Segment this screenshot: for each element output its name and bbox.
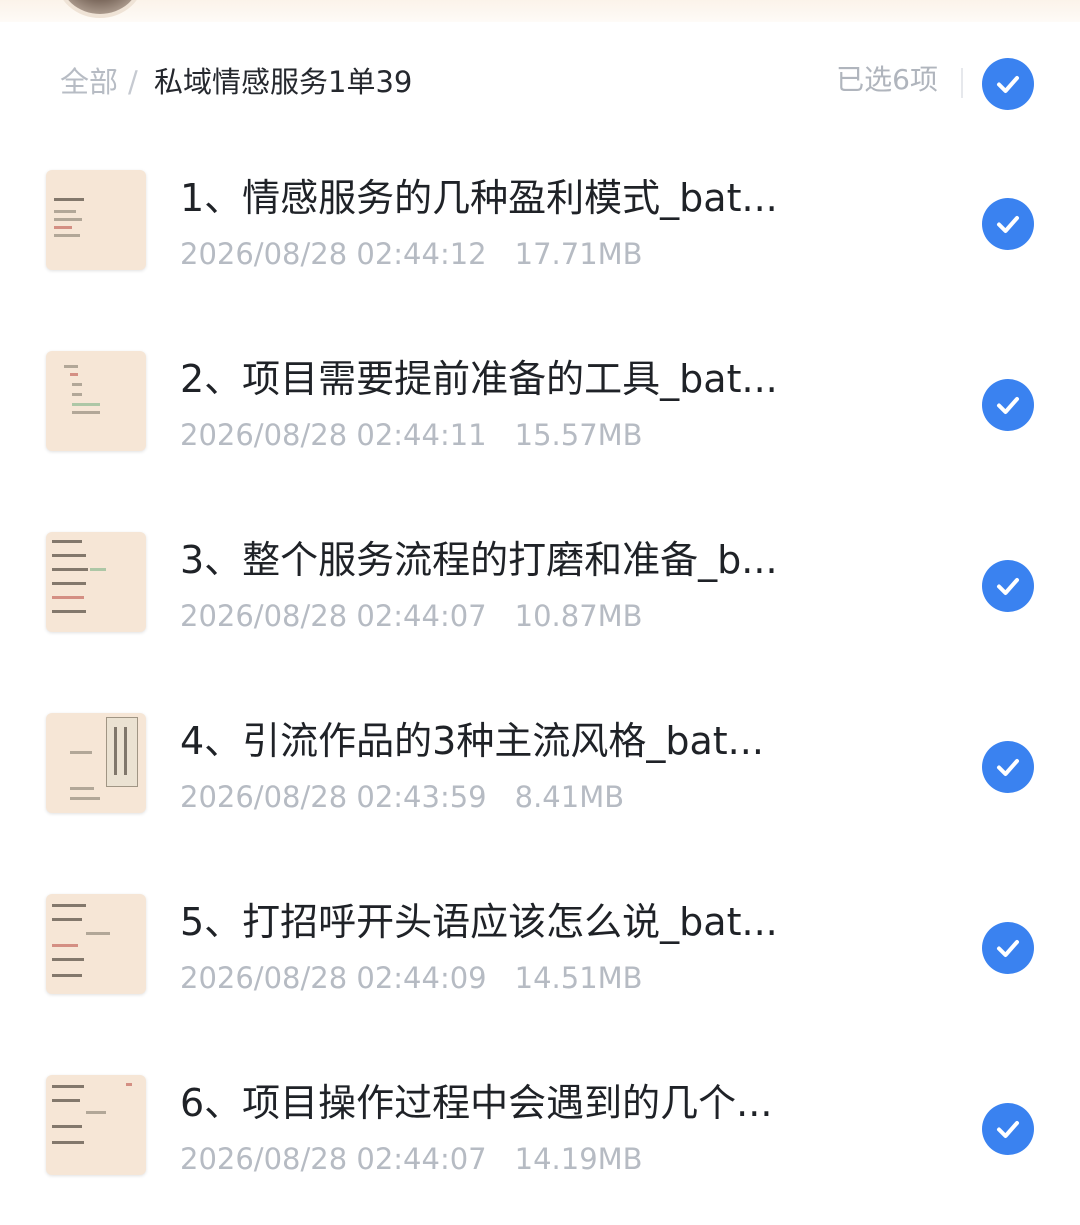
file-date: 2026/08/28 02:44:11 <box>180 418 487 452</box>
divider <box>961 68 963 98</box>
check-icon <box>997 76 1019 93</box>
file-name: 5、打招呼开头语应该怎么说_bat... <box>180 900 778 944</box>
breadcrumb-root-link[interactable]: 全部 <box>60 62 118 102</box>
file-meta: 2026/08/28 02:44:12 17.71MB <box>180 236 643 272</box>
file-name: 3、整个服务流程的打磨和准备_b... <box>180 538 778 582</box>
file-row[interactable]: 6、项目操作过程中会遇到的几个... 2026/08/28 02:44:07 14… <box>0 1043 1080 1213</box>
file-row[interactable]: 2、项目需要提前准备的工具_bat... 2026/08/28 02:44:11… <box>0 319 1080 489</box>
file-thumbnail <box>46 351 146 451</box>
file-date: 2026/08/28 02:43:59 <box>180 780 487 814</box>
file-row[interactable]: 4、引流作品的3种主流风格_bat... 2026/08/28 02:43:59… <box>0 681 1080 851</box>
file-size: 15.57MB <box>514 418 643 452</box>
file-checkbox[interactable] <box>982 560 1034 612</box>
file-date: 2026/08/28 02:44:12 <box>180 237 487 271</box>
select-all-checkbox[interactable] <box>982 58 1034 110</box>
check-icon <box>997 397 1019 414</box>
file-date: 2026/08/28 02:44:07 <box>180 1142 487 1176</box>
file-size: 14.19MB <box>514 1142 643 1176</box>
file-thumbnail <box>46 532 146 632</box>
check-icon <box>997 578 1019 595</box>
file-size: 10.87MB <box>514 599 643 633</box>
file-thumbnail <box>46 170 146 270</box>
check-icon <box>997 216 1019 233</box>
file-size: 14.51MB <box>514 961 643 995</box>
file-meta: 2026/08/28 02:44:11 15.57MB <box>180 417 643 453</box>
check-icon <box>997 759 1019 776</box>
breadcrumb: 全部 / 私域情感服务1单39 已选6项 <box>0 48 1080 118</box>
top-strip <box>0 0 1080 22</box>
selected-count-label: 已选6项 <box>836 63 938 96</box>
file-row[interactable]: 5、打招呼开头语应该怎么说_bat... 2026/08/28 02:44:09… <box>0 862 1080 1032</box>
file-name: 4、引流作品的3种主流风格_bat... <box>180 719 764 763</box>
breadcrumb-separator: / <box>128 65 138 99</box>
file-date: 2026/08/28 02:44:09 <box>180 961 487 995</box>
file-checkbox[interactable] <box>982 198 1034 250</box>
file-name: 2、项目需要提前准备的工具_bat... <box>180 357 778 401</box>
check-icon <box>997 1121 1019 1138</box>
file-checkbox[interactable] <box>982 379 1034 431</box>
file-meta: 2026/08/28 02:44:07 14.19MB <box>180 1141 643 1177</box>
file-date: 2026/08/28 02:44:07 <box>180 599 487 633</box>
file-checkbox[interactable] <box>982 1103 1034 1155</box>
file-row[interactable]: 3、整个服务流程的打磨和准备_b... 2026/08/28 02:44:07 1… <box>0 500 1080 670</box>
file-meta: 2026/08/28 02:43:59 8.41MB <box>180 779 624 815</box>
file-thumbnail <box>46 713 146 813</box>
file-row[interactable]: 1、情感服务的几种盈利模式_bat... 2026/08/28 02:44:12… <box>0 138 1080 308</box>
file-thumbnail <box>46 1075 146 1175</box>
file-size: 17.71MB <box>514 237 643 271</box>
file-meta: 2026/08/28 02:44:07 10.87MB <box>180 598 643 634</box>
file-name: 6、项目操作过程中会遇到的几个... <box>180 1081 773 1125</box>
file-name: 1、情感服务的几种盈利模式_bat... <box>180 176 778 220</box>
file-checkbox[interactable] <box>982 922 1034 974</box>
check-icon <box>997 940 1019 957</box>
file-size: 8.41MB <box>514 780 625 814</box>
file-thumbnail <box>46 894 146 994</box>
file-meta: 2026/08/28 02:44:09 14.51MB <box>180 960 643 996</box>
file-checkbox[interactable] <box>982 741 1034 793</box>
breadcrumb-current-folder: 私域情感服务1单39 <box>154 65 413 99</box>
